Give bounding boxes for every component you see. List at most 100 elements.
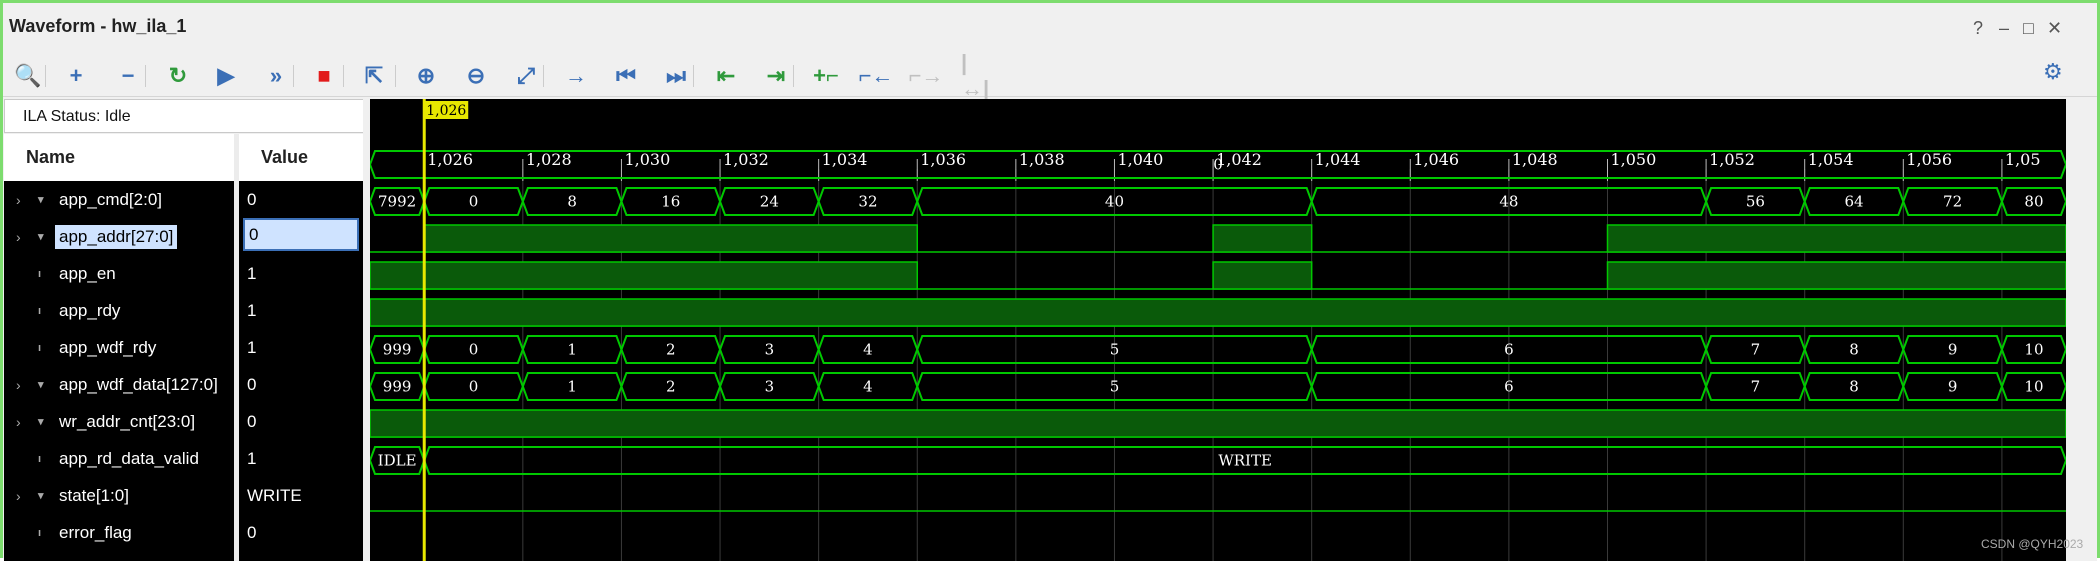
add-icon[interactable]: +	[61, 61, 91, 91]
signal-row[interactable]: ı error_flag	[4, 514, 234, 551]
signal-value[interactable]: 0	[243, 218, 359, 251]
waveform-window: Waveform - hw_ila_1 ? – □ ✕ 🔍 + − ↻ ▶ » ■ ⇱ ⊕ ⊖ ⤢ →…	[0, 0, 2100, 561]
bit-signal-icon: ı	[38, 304, 42, 317]
bus-icon: ▾	[38, 416, 44, 428]
signal-name: app_wdf_rdy	[59, 337, 157, 357]
bus-segment-label: 3	[765, 341, 775, 359]
ruler-tick-label: 1,042	[1216, 150, 1262, 169]
bus-segment-label: 6	[1504, 341, 1514, 359]
ruler-tick-label: 1,030	[624, 150, 670, 169]
chevron-right-icon[interactable]: ›	[16, 229, 32, 245]
signal-value[interactable]: 0	[239, 181, 363, 218]
signal-row[interactable]: ı app_rd_data_valid	[4, 440, 234, 477]
signal-row[interactable]: › ▾ state[1:0]	[4, 477, 234, 514]
bus-segment-label: 32	[858, 193, 877, 211]
bit-high-pulse	[369, 261, 919, 290]
ruler-tick-label: 1,028	[526, 150, 572, 169]
bus-segment-label: 40	[1105, 193, 1124, 211]
go-to-start-icon[interactable]: ⏮	[611, 61, 641, 91]
toolbar-separator	[543, 65, 544, 87]
bus-icon: ▾	[38, 379, 44, 391]
refresh-icon[interactable]: ↻	[163, 61, 193, 91]
go-to-end-icon[interactable]: ⏭	[661, 61, 691, 91]
pane-gutter[interactable]	[363, 99, 370, 561]
zoom-fit-icon[interactable]: ⤢	[511, 61, 541, 91]
add-marker-icon[interactable]: +⌐	[811, 61, 841, 91]
bus-segment-label: 7	[1751, 378, 1761, 396]
toolbar-separator	[793, 65, 794, 87]
ruler-tick-label: 1,046	[1413, 150, 1459, 169]
bit-high-pulse	[1606, 224, 2067, 253]
signal-value[interactable]: 0	[239, 366, 363, 403]
remove-icon[interactable]: −	[113, 61, 143, 91]
signal-row[interactable]: ı app_wdf_rdy	[4, 329, 234, 366]
zoom-out-icon[interactable]: ⊖	[461, 61, 491, 91]
close-icon[interactable]: ✕	[2047, 18, 2062, 39]
run-icon[interactable]: ▶	[211, 61, 241, 91]
signal-value[interactable]: 1	[239, 329, 363, 366]
chevron-right-icon[interactable]: ›	[16, 192, 32, 208]
value-column-header[interactable]: Value	[239, 134, 363, 181]
signal-row[interactable]: › ▾ app_addr[27:0]	[4, 218, 234, 255]
toolbar-separator	[293, 65, 294, 87]
name-column-header[interactable]: Name	[4, 134, 234, 181]
toolbar-separator	[343, 65, 344, 87]
waveform-canvas[interactable]: 1,026 1,028 1,030 1,032 1,034 1,036 1,038 1,040…	[368, 99, 2068, 561]
maximize-icon[interactable]: □	[2023, 18, 2034, 39]
bus-segment-label: 3	[765, 378, 775, 396]
gear-icon[interactable]: ⚙	[2043, 59, 2063, 85]
help-icon[interactable]: ?	[1973, 18, 1983, 39]
prev-transition-icon[interactable]: ⇤	[711, 61, 741, 91]
signal-name: wr_addr_cnt[23:0]	[59, 411, 196, 431]
toolbar: 🔍 + − ↻ ▶ » ■ ⇱ ⊕ ⊖ ⤢ → ⏮ ⏭ ⇤ ⇥ +⌐ ⌐← ⌐→ |↔|	[3, 50, 2097, 101]
ruler-tick-label: 1,036	[920, 150, 966, 169]
signal-row[interactable]: › ▾ app_cmd[2:0]	[4, 181, 234, 218]
bus-segment-label: IDLE	[378, 452, 417, 470]
ruler-tick-label: 1,034	[822, 150, 868, 169]
run-immediate-icon[interactable]: »	[261, 61, 291, 91]
signal-row[interactable]: › ▾ wr_addr_cnt[23:0]	[4, 403, 234, 440]
signal-row[interactable]: ı app_en	[4, 255, 234, 292]
bus-segment-label: WRITE	[1218, 452, 1272, 470]
vertical-scrollbar[interactable]	[2066, 99, 2097, 561]
bus-segment-label: 1	[567, 341, 577, 359]
prev-marker-icon[interactable]: ⌐←	[859, 61, 894, 91]
bus-segment-label: 64	[1844, 193, 1863, 211]
signal-name-pane: Name › ▾ app_cmd[2:0] › ▾ app_addr[27:0] ı app_…	[4, 134, 234, 561]
bus-segment-label: 0	[1213, 156, 1223, 174]
signal-name: error_flag	[59, 522, 132, 542]
search-icon[interactable]: 🔍	[13, 61, 43, 91]
signal-value[interactable]: 0	[239, 514, 363, 551]
ruler-tick-label: 1,032	[723, 150, 769, 169]
signal-row[interactable]: ı app_rdy	[4, 292, 234, 329]
ruler-tick-label: 1,038	[1019, 150, 1065, 169]
signal-name: app_rdy	[59, 300, 121, 320]
waveform-svg[interactable]: 1,026 1,028 1,030 1,032 1,034 1,036 1,038 1,040…	[368, 99, 2068, 561]
bus-icon: ▾	[38, 231, 44, 243]
bus-segment-label: 999	[383, 341, 412, 359]
chevron-right-icon[interactable]: ›	[16, 488, 32, 504]
bus-segment-label: 7	[1751, 341, 1761, 359]
stop-icon[interactable]: ■	[309, 61, 339, 91]
ruler-tick-label: 1,052	[1709, 150, 1755, 169]
signal-value[interactable]: WRITE	[239, 477, 363, 514]
bus-segment-label: 56	[1746, 193, 1765, 211]
export-icon[interactable]: ⇱	[359, 61, 389, 91]
bus-segment-label: 1	[567, 378, 577, 396]
bit-high-pulse	[1212, 261, 1313, 290]
signal-value[interactable]: 1	[239, 440, 363, 477]
chevron-right-icon[interactable]: ›	[16, 414, 32, 430]
signal-value[interactable]: 1	[239, 255, 363, 292]
signal-row[interactable]: › ▾ app_wdf_data[127:0]	[4, 366, 234, 403]
signal-name: app_en	[59, 263, 116, 283]
signal-name: app_wdf_data[127:0]	[59, 374, 218, 394]
minimize-icon[interactable]: –	[1999, 18, 2009, 39]
next-transition-icon[interactable]: ⇥	[761, 61, 791, 91]
chevron-right-icon[interactable]: ›	[16, 377, 32, 393]
signal-value[interactable]: 0	[239, 403, 363, 440]
zoom-in-icon[interactable]: ⊕	[411, 61, 441, 91]
signal-value[interactable]: 1	[239, 292, 363, 329]
bit-high-pulse	[369, 409, 2067, 438]
go-to-cursor-icon[interactable]: →	[561, 61, 591, 91]
signal-name: state[1:0]	[59, 485, 129, 505]
